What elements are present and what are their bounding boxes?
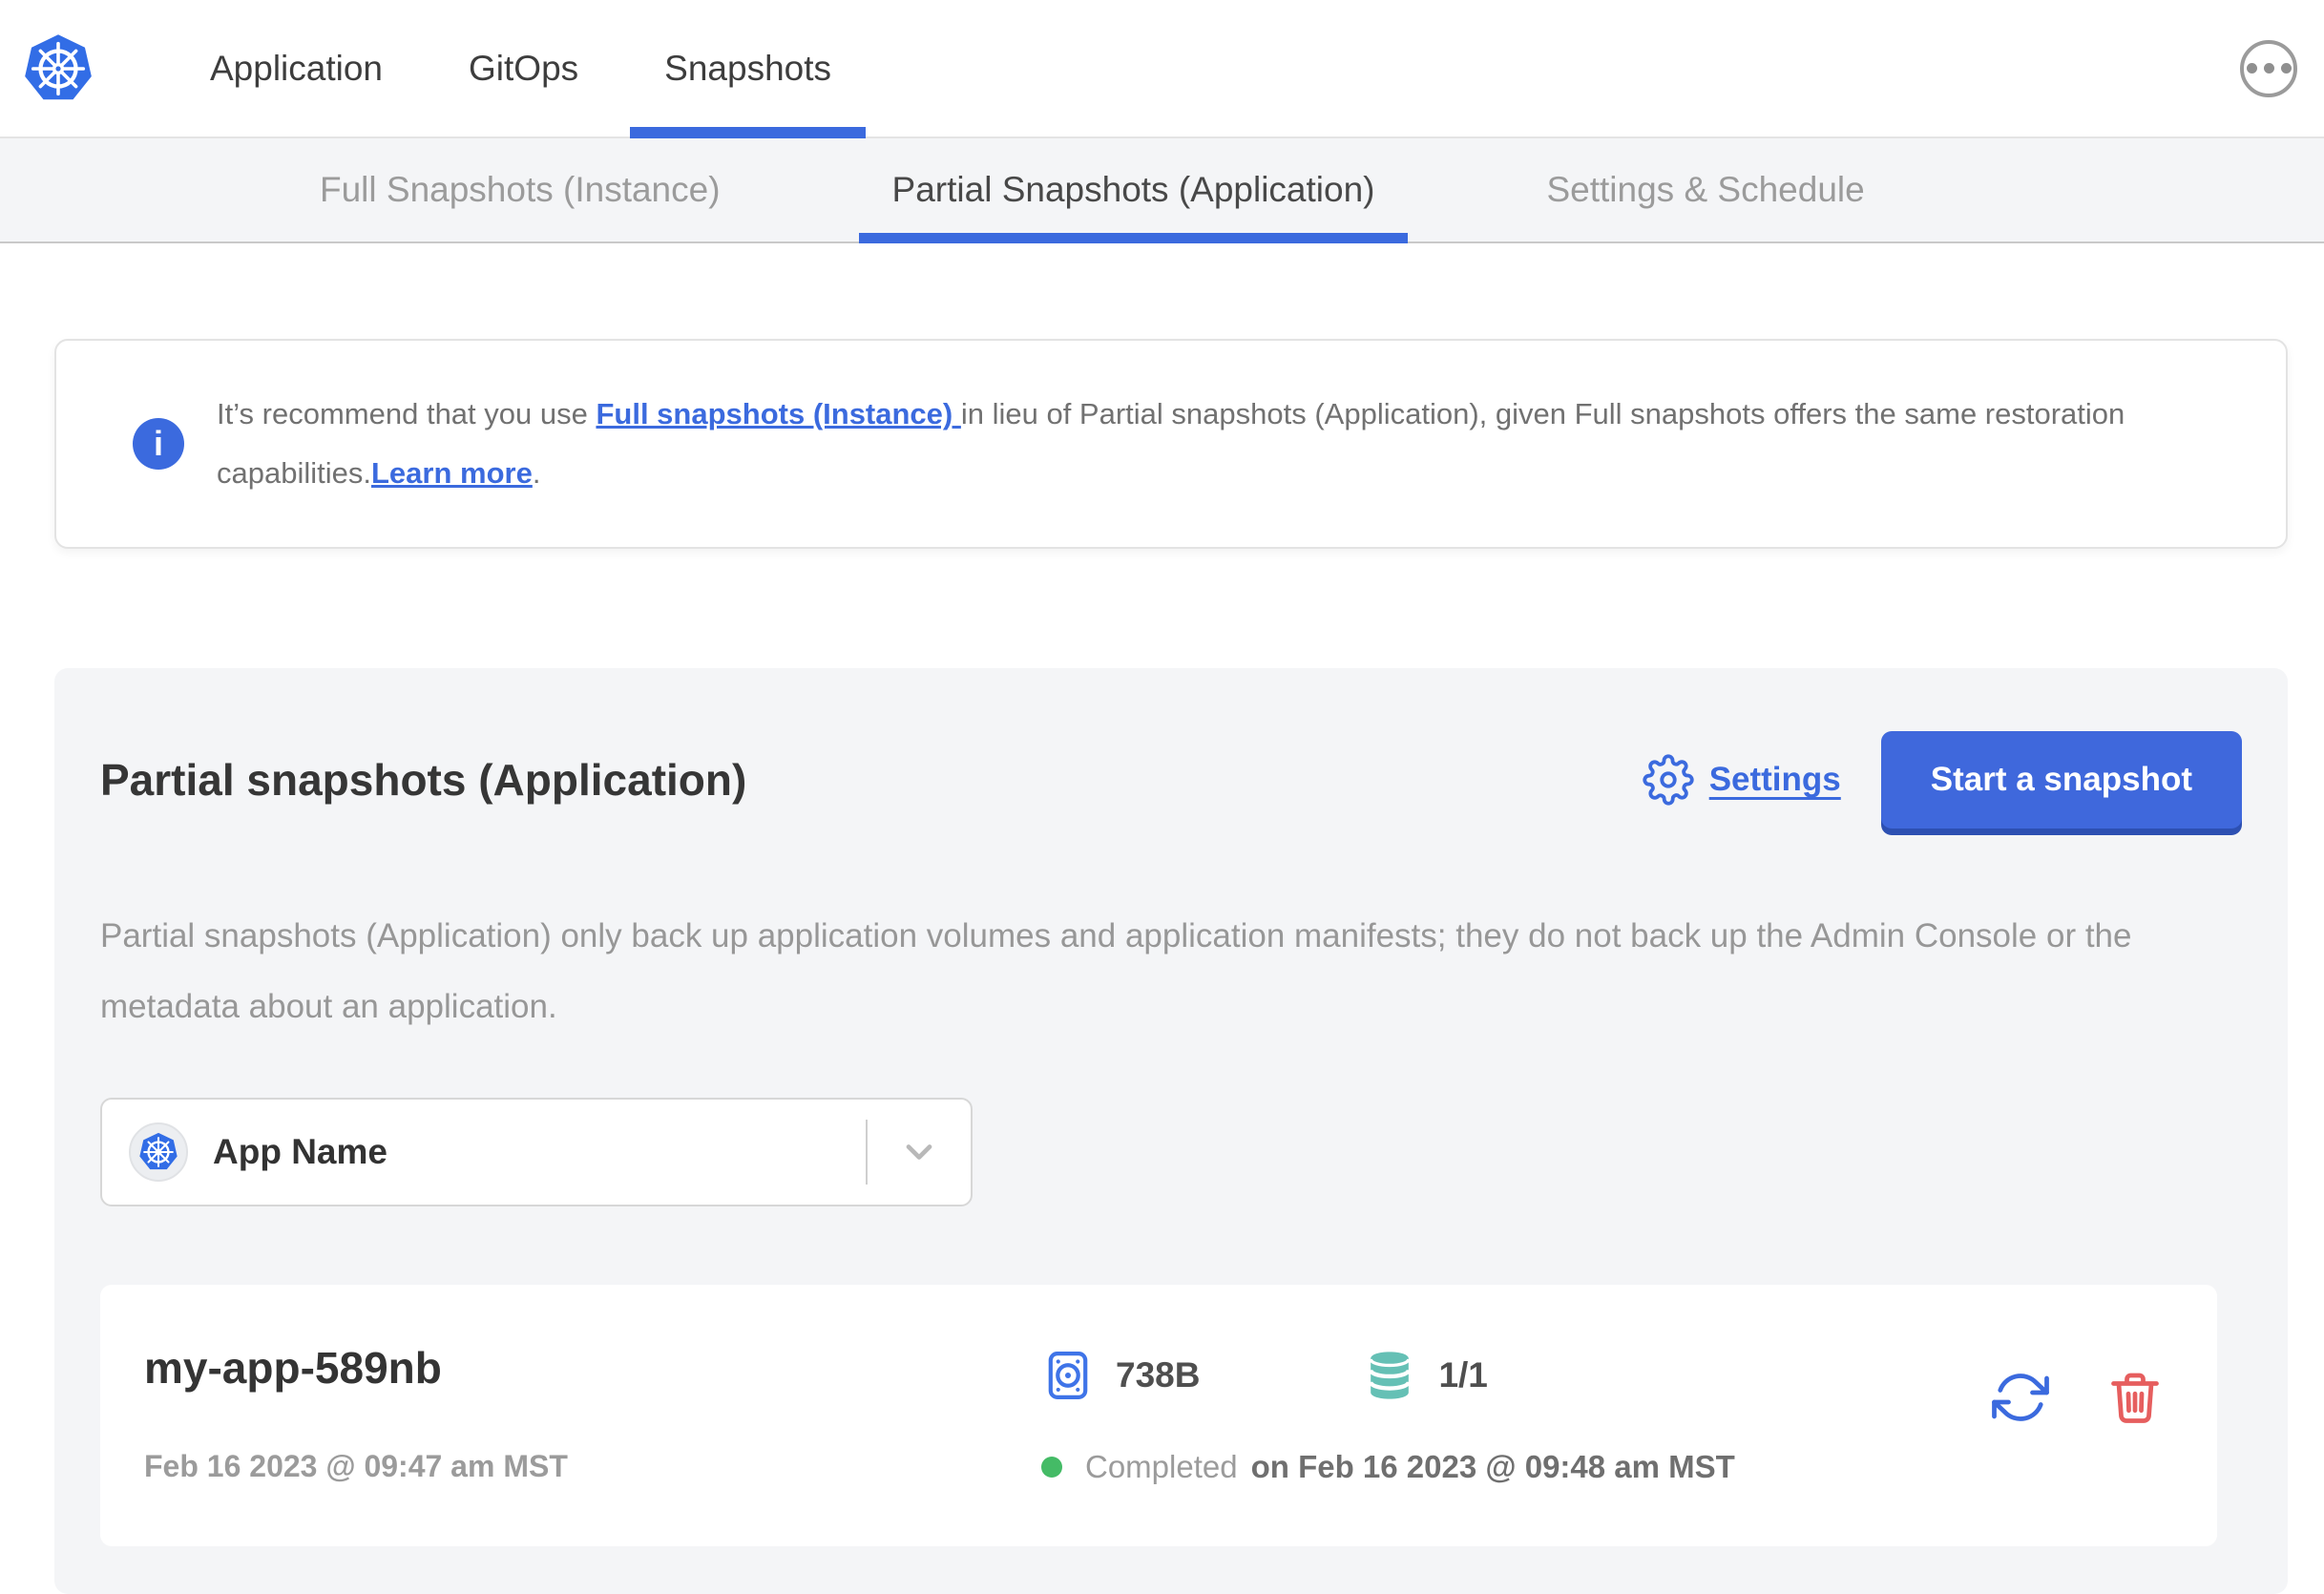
gear-icon [1643,754,1694,806]
snapshot-name: my-app-589nb [144,1343,442,1393]
banner-text-end: . [532,456,541,490]
panel-header: Partial snapshots (Application) Settings… [100,731,2242,828]
nav-tab-application[interactable]: Application [210,0,383,136]
learn-more-link[interactable]: Learn more [371,456,533,490]
snapshot-row: my-app-589nb Feb 16 2023 @ 09:47 am MST [100,1285,2217,1546]
database-icon [1369,1352,1412,1399]
partial-snapshots-panel: Partial snapshots (Application) Settings… [54,668,2288,1594]
snapshot-size-value: 738B [1116,1355,1201,1395]
start-snapshot-button[interactable]: Start a snapshot [1880,731,2242,828]
more-menu-button[interactable] [2240,39,2297,97]
snapshot-volumes-value: 1/1 [1438,1355,1488,1395]
snapshot-volumes-stat: 1/1 [1362,1347,1488,1404]
subnav-tab-settings-schedule[interactable]: Settings & Schedule [1513,138,1897,241]
snapshots-subnav: Full Snapshots (Instance) Partial Snapsh… [0,138,2324,243]
subnav-tab-partial-snapshots[interactable]: Partial Snapshots (Application) [858,138,1409,243]
page-content: i It’s recommend that you use Full snaps… [0,339,2324,1594]
chevron-down-icon [868,1131,971,1173]
kubernetes-logo-icon [21,29,95,109]
app-icon-badge [129,1122,188,1182]
page-title: Partial snapshots (Application) [100,755,747,805]
snapshot-finished-timestamp: on Feb 16 2023 @ 09:48 am MST [1250,1449,1735,1484]
panel-description: Partial snapshots (Application) only bac… [100,917,2132,1025]
delete-snapshot-button[interactable] [2106,1369,2164,1426]
snapshot-stats: 738B 1/1 [1041,1346,1735,1405]
banner-text: It’s recommend that you use Full snapsho… [217,385,2209,503]
nav-tab-gitops[interactable]: GitOps [469,0,578,136]
banner-text-start: It’s recommend that you use [217,397,597,430]
snapshot-details: 738B 1/1 Completed on Feb 16 2023 @ 09:4… [1041,1342,1735,1485]
snapshot-size-stat: 738B [1041,1346,1200,1405]
snapshot-started-timestamp: Feb 16 2023 @ 09:47 am MST [144,1449,568,1483]
panel-actions: Settings Start a snapshot [1643,731,2242,828]
trash-icon [2111,1373,2159,1423]
nav-tab-snapshots[interactable]: Snapshots [630,0,866,138]
settings-label: Settings [1708,761,1841,798]
ellipsis-dot [2280,63,2292,73]
disk-icon [1048,1352,1088,1399]
status-dot-icon [1041,1457,1062,1478]
snapshot-identity: my-app-589nb Feb 16 2023 @ 09:47 am MST [144,1342,1041,1484]
ellipsis-dot [2246,63,2257,73]
snapshot-settings-link[interactable]: Settings [1643,754,1841,806]
app-selector[interactable]: App Name [100,1098,973,1206]
ellipsis-dot [2263,63,2274,73]
app-selector-value: App Name [213,1132,387,1171]
snapshot-status: Completed [1085,1449,1238,1484]
subnav-tab-full-snapshots[interactable]: Full Snapshots (Instance) [286,138,754,241]
restore-snapshot-button[interactable] [1992,1369,2049,1426]
primary-nav: Application GitOps Snapshots [210,0,866,138]
top-navbar: Application GitOps Snapshots [0,0,2324,138]
restore-icon [1992,1374,2049,1421]
info-banner: i It’s recommend that you use Full snaps… [54,339,2288,549]
kubernetes-app-icon [139,1132,178,1170]
snapshot-row-actions [1992,1342,2171,1426]
full-snapshots-link[interactable]: Full snapshots (Instance) [596,397,960,430]
info-icon: i [133,418,184,470]
snapshot-status-line: Completed on Feb 16 2023 @ 09:48 am MST [1041,1449,1735,1485]
